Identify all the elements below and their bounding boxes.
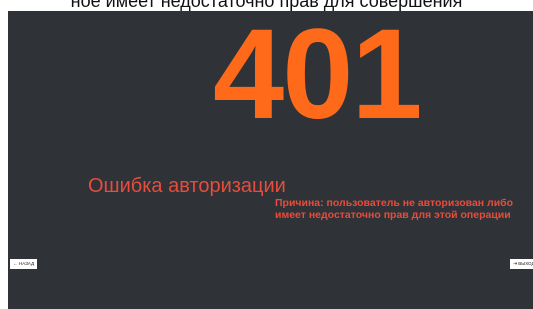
error-code: 401 [213, 11, 423, 146]
back-button-label: НАЗАД [19, 261, 35, 266]
exit-button[interactable]: ⇥ ВЫХОД [510, 259, 533, 269]
error-panel: 401 Ошибка авторизации Причина: пользова… [8, 11, 533, 309]
error-reason-line-2: имеет недостаточно прав для этой операци… [275, 209, 511, 221]
error-reason-line-1: Причина: пользователь не авторизован либ… [275, 197, 514, 209]
page: ное имеет недостаточно прав для совершен… [0, 0, 533, 309]
error-reason: Причина: пользователь не авторизован либ… [275, 197, 533, 221]
cropped-top-text: ное имеет недостаточно прав для совершен… [70, 0, 463, 11]
exit-button-label: ВЫХОД [518, 261, 533, 266]
error-title: Ошибка авторизации [88, 175, 286, 197]
back-button[interactable]: ← НАЗАД [10, 259, 38, 269]
arrow-left-icon: ← [13, 261, 18, 267]
exit-icon: ⇥ [513, 261, 518, 267]
